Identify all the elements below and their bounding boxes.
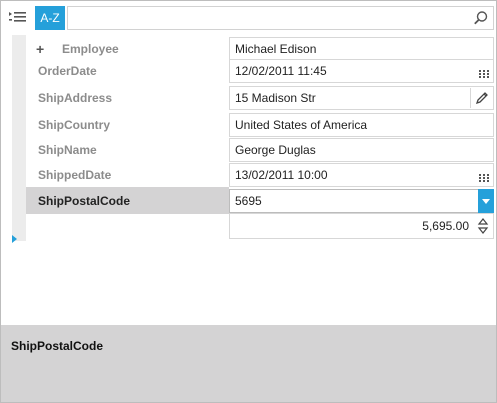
property-label: ShipAddress [38, 90, 113, 105]
property-row-orderdate[interactable]: OrderDate 12/02/2011 11:45 [26, 57, 496, 84]
property-value: 13/02/2011 10:00 [235, 168, 328, 182]
property-value-input[interactable]: 15 Madison Str [229, 86, 494, 110]
property-grid: A-Z + Employee Michael Edison OrderDate [0, 0, 497, 403]
description-panel: ShipPostalCode [1, 325, 496, 402]
property-value-input[interactable]: 13/02/2011 10:00 [229, 163, 494, 187]
property-row-shipname[interactable]: ShipName George Duglas [26, 136, 496, 163]
property-value: George Duglas [235, 143, 316, 157]
property-value: 5695 [235, 194, 262, 208]
pencil-icon[interactable] [470, 88, 492, 108]
description-title: ShipPostalCode [11, 339, 104, 353]
search-input[interactable] [67, 6, 494, 30]
categorized-list-icon [9, 11, 27, 26]
numeric-up-down[interactable]: 5,695.00 [229, 213, 494, 239]
property-label: ShipName [38, 142, 97, 157]
numeric-value: 5,695.00 [422, 219, 469, 233]
property-value-input[interactable]: George Duglas [229, 138, 494, 162]
property-label: OrderDate [38, 63, 97, 78]
property-label: Employee [62, 41, 119, 56]
property-value-input[interactable]: 12/02/2011 11:45 [229, 59, 494, 83]
property-label: ShipCountry [38, 117, 110, 132]
spin-updown-icon[interactable] [477, 217, 489, 235]
categorize-button[interactable] [5, 7, 31, 29]
property-value-dropdown[interactable]: 5695 [229, 189, 494, 213]
search-icon[interactable] [473, 10, 489, 26]
row-header-strip [12, 35, 26, 241]
property-value: 15 Madison Str [235, 91, 316, 105]
property-row-shipcountry[interactable]: ShipCountry United States of America [26, 111, 496, 138]
toolbar: A-Z [1, 1, 496, 35]
properties-area: + Employee Michael Edison OrderDate 12/0… [1, 35, 496, 325]
sort-alphabetical-button[interactable]: A-Z [35, 6, 65, 30]
property-value: United States of America [235, 118, 368, 132]
property-label: ShipPostalCode [26, 187, 229, 214]
property-value: 12/02/2011 11:45 [235, 64, 327, 78]
calendar-picker-icon[interactable] [479, 171, 489, 182]
property-row-shipaddress[interactable]: ShipAddress 15 Madison Str [26, 84, 496, 111]
property-value-input[interactable]: United States of America [229, 113, 494, 137]
chevron-down-icon[interactable] [478, 189, 494, 213]
current-row-indicator-icon [12, 232, 18, 243]
calendar-picker-icon[interactable] [479, 67, 489, 78]
expand-toggle[interactable]: + [36, 41, 50, 57]
property-row-shippostalcode[interactable]: ShipPostalCode 5695 [26, 187, 496, 214]
property-value: Michael Edison [235, 42, 317, 56]
property-label: ShippedDate [38, 167, 112, 182]
property-row-shippeddate[interactable]: ShippedDate 13/02/2011 10:00 [26, 161, 496, 188]
